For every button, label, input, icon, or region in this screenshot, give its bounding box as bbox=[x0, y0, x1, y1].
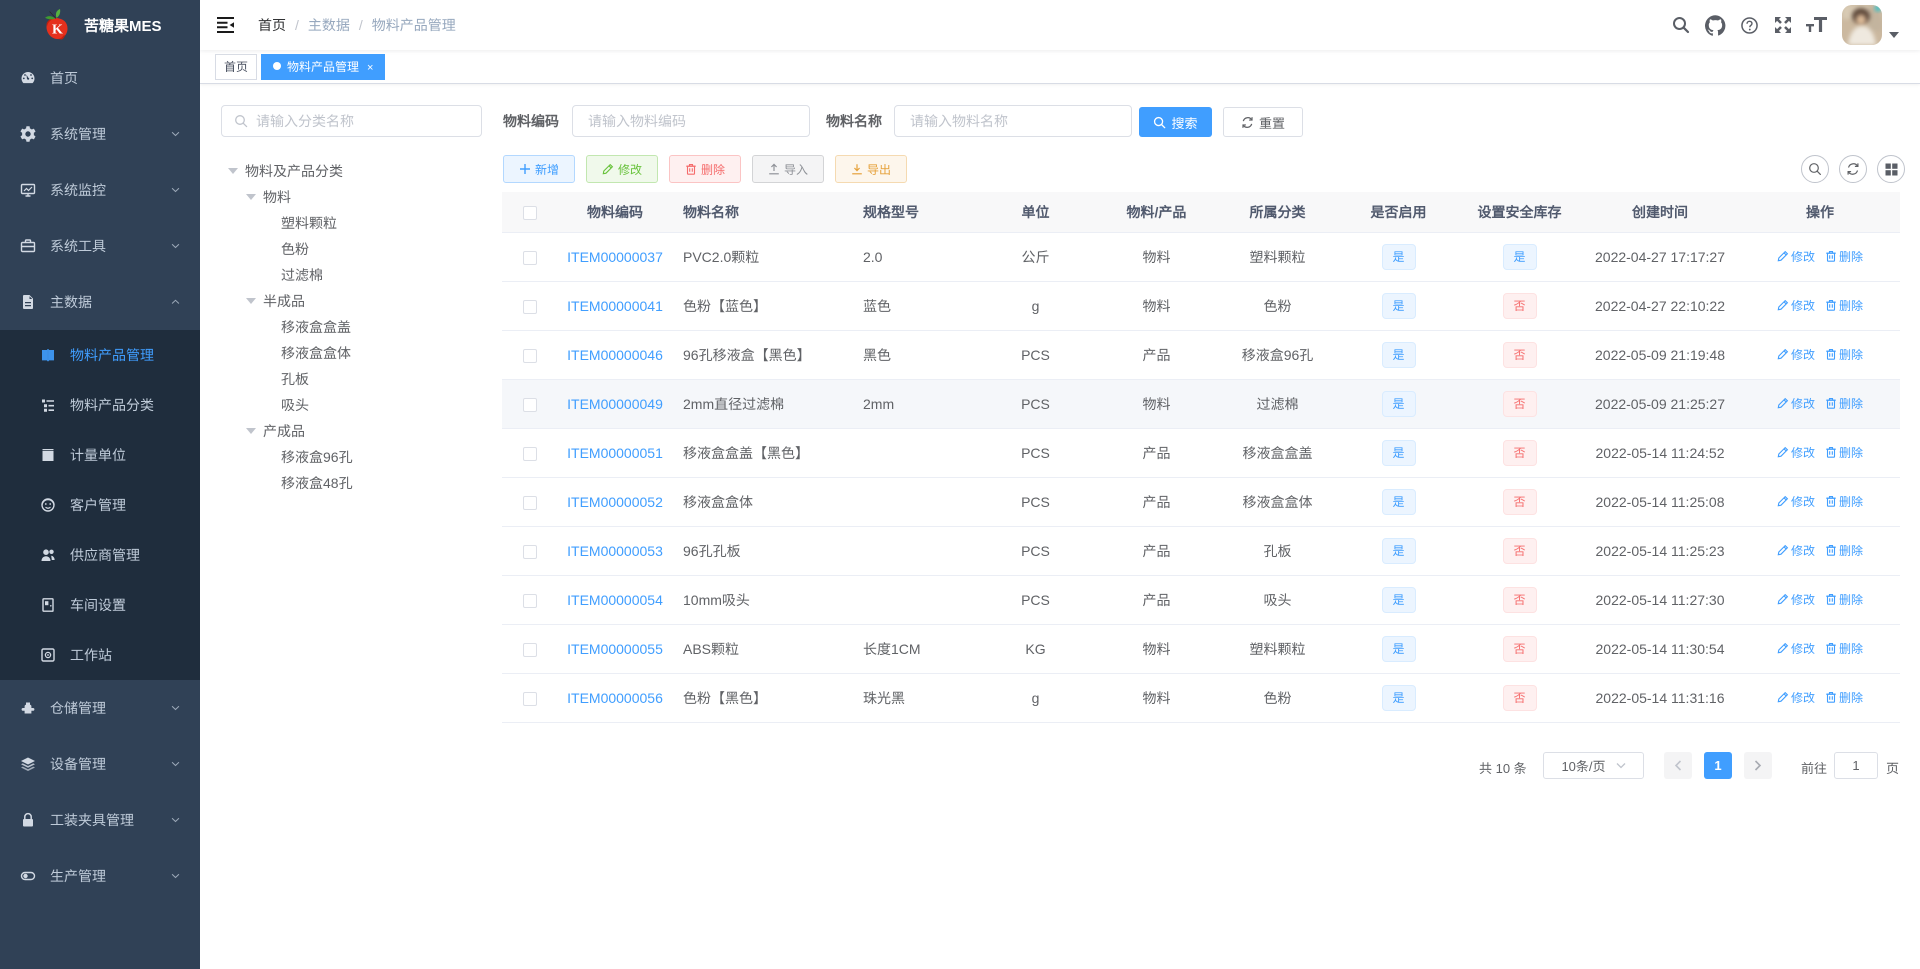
svg-text:K: K bbox=[52, 23, 63, 38]
